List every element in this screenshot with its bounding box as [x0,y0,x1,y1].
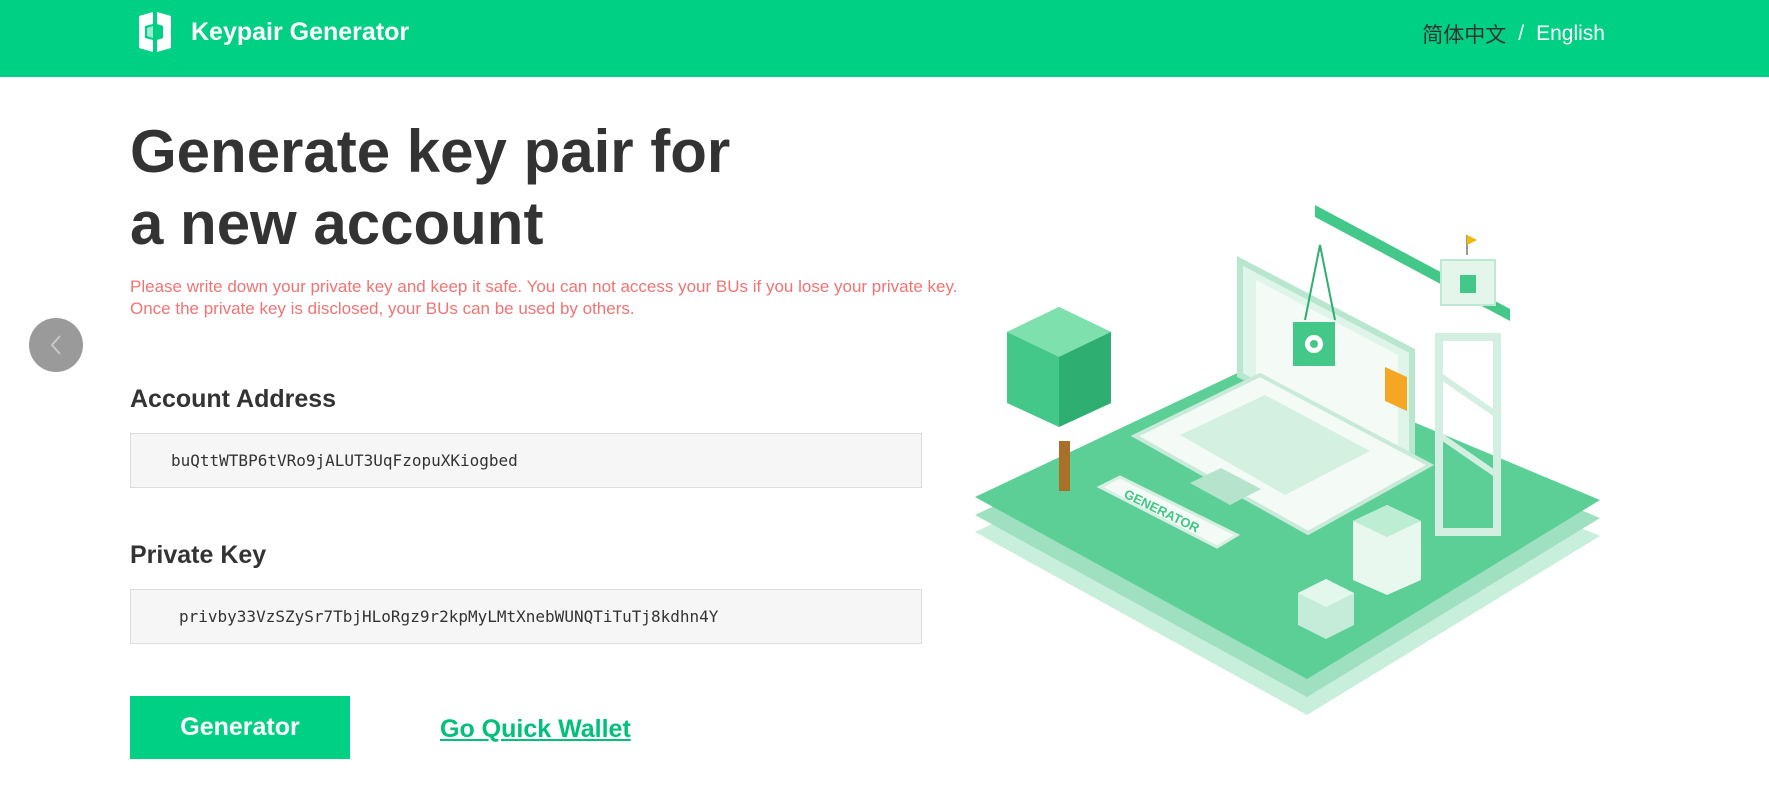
private-key-field[interactable]: privby33VzSZySr7TbjHLoRgz9r2kpMyLMtXnebW… [130,589,922,644]
go-quick-wallet-link[interactable]: Go Quick Wallet [440,715,631,744]
warning-line-1: Please write down your private key and k… [130,277,958,296]
account-address-label: Account Address [130,385,337,413]
brand[interactable]: Keypair Generator [133,10,409,54]
app-title: Keypair Generator [191,17,410,46]
language-chinese-link[interactable]: 简体中文 [1422,19,1506,49]
generate-button[interactable]: Generator [130,696,350,759]
language-switcher: 简体中文 / English [1422,19,1605,49]
warning-line-2: Once the private key is disclosed, your … [130,299,635,318]
top-bar: Keypair Generator 简体中文 / English [0,0,1769,77]
account-address-field[interactable]: buQttWTBP6tVRo9jALUT3UqFzopuXKiogbed [130,433,922,488]
private-key-label: Private Key [130,541,267,569]
security-warning: Please write down your private key and k… [130,276,1010,320]
language-english-link[interactable]: English [1536,22,1605,46]
server-icon [1353,505,1421,595]
keypair-logo-icon [139,12,171,52]
chevron-left-icon [50,335,61,355]
laptop-generator-illustration: GENERATOR [975,205,1600,715]
back-button[interactable] [29,318,83,372]
language-separator: / [1518,22,1525,45]
page-title: Generate key pair for a new account [130,118,731,257]
